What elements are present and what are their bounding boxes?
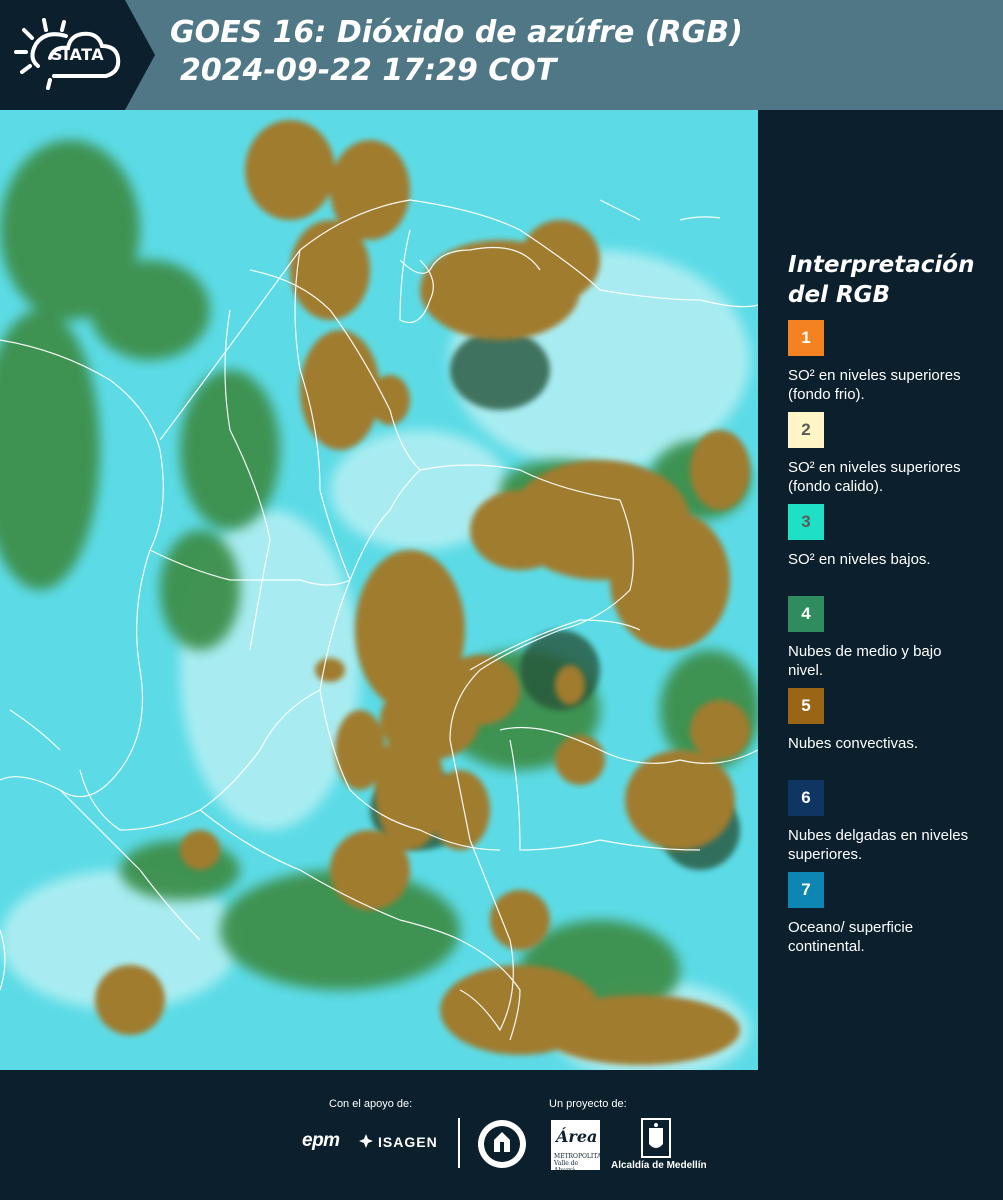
- legend-item: 5 Nubes convectivas.: [788, 688, 988, 780]
- epm-logo: epm: [302, 1130, 340, 1151]
- title-line-1: GOES 16: Dióxido de azúfre (RGB): [170, 15, 743, 50]
- legend-label: Nubes delgadas en niveles superiores.: [788, 827, 969, 863]
- legend: Interpretación del RGB 1 SO² en niveles s…: [788, 250, 988, 964]
- legend-label: Nubes convectivas.: [788, 735, 919, 752]
- isagen-logo: ISAGEN: [378, 1134, 438, 1150]
- area-logo-subtitle: METROPOLITANA Valle de Aburrá: [554, 1153, 611, 1174]
- area-logo-word: Área: [556, 1127, 598, 1146]
- title-line-2: 2024-09-22 17:29 COT: [180, 53, 557, 88]
- satellite-map: [0, 110, 758, 1070]
- header-bar: SIATA GOES 16: Dióxido de azúfre (RGB) 2…: [0, 0, 1003, 110]
- legend-items: 1 SO² en niveles superiores (fondo frio).…: [788, 320, 988, 964]
- legend-item: 3 SO² en niveles bajos.: [788, 504, 988, 596]
- siata-logo-text: SIATA: [51, 45, 105, 64]
- legend-title-line-1: Interpretación: [788, 252, 975, 278]
- legend-label: SO² en niveles superiores (fondo frio).: [788, 367, 961, 403]
- legend-item: 4 Nubes de medio y bajo nivel.: [788, 596, 988, 688]
- legend-title: Interpretación del RGB: [788, 250, 988, 310]
- satellite-image: [0, 110, 758, 1070]
- legend-swatch: 3: [788, 504, 824, 540]
- legend-label: SO² en niveles bajos.: [788, 551, 931, 568]
- isagen-icon: [359, 1134, 373, 1148]
- legend-swatch: 4: [788, 596, 824, 632]
- legend-swatch: 5: [788, 688, 824, 724]
- legend-label: SO² en niveles superiores (fondo calido)…: [788, 459, 961, 495]
- legend-label: Nubes de medio y bajo nivel.: [788, 643, 942, 679]
- legend-swatch: 2: [788, 412, 824, 448]
- logo-block: SIATA: [0, 0, 155, 110]
- alcaldia-logo-text: Alcaldía de Medellín: [611, 1160, 707, 1171]
- legend-item: 2 SO² en niveles superiores (fondo calido…: [788, 412, 988, 504]
- legend-swatch: 1: [788, 320, 824, 356]
- legend-swatch: 7: [788, 872, 824, 908]
- medellin-seal-icon: [478, 1120, 526, 1168]
- legend-item: 1 SO² en niveles superiores (fondo frio).: [788, 320, 988, 412]
- legend-item: 6 Nubes delgadas en niveles superiores.: [788, 780, 988, 872]
- footer-divider: [458, 1118, 460, 1168]
- alcaldia-shield-icon: [641, 1118, 671, 1158]
- project-label: Un proyecto de:: [549, 1098, 627, 1110]
- legend-item: 7 Oceano/ superficie continental.: [788, 872, 988, 964]
- area-metropolitana-logo: Área METROPOLITANA Valle de Aburrá: [551, 1120, 611, 1174]
- legend-label: Oceano/ superficie continental.: [788, 919, 914, 955]
- support-label: Con el apoyo de:: [329, 1098, 413, 1110]
- legend-title-line-2: del RGB: [788, 282, 891, 308]
- legend-swatch: 6: [788, 780, 824, 816]
- page-title: GOES 16: Dióxido de azúfre (RGB) 2024-09…: [170, 14, 743, 90]
